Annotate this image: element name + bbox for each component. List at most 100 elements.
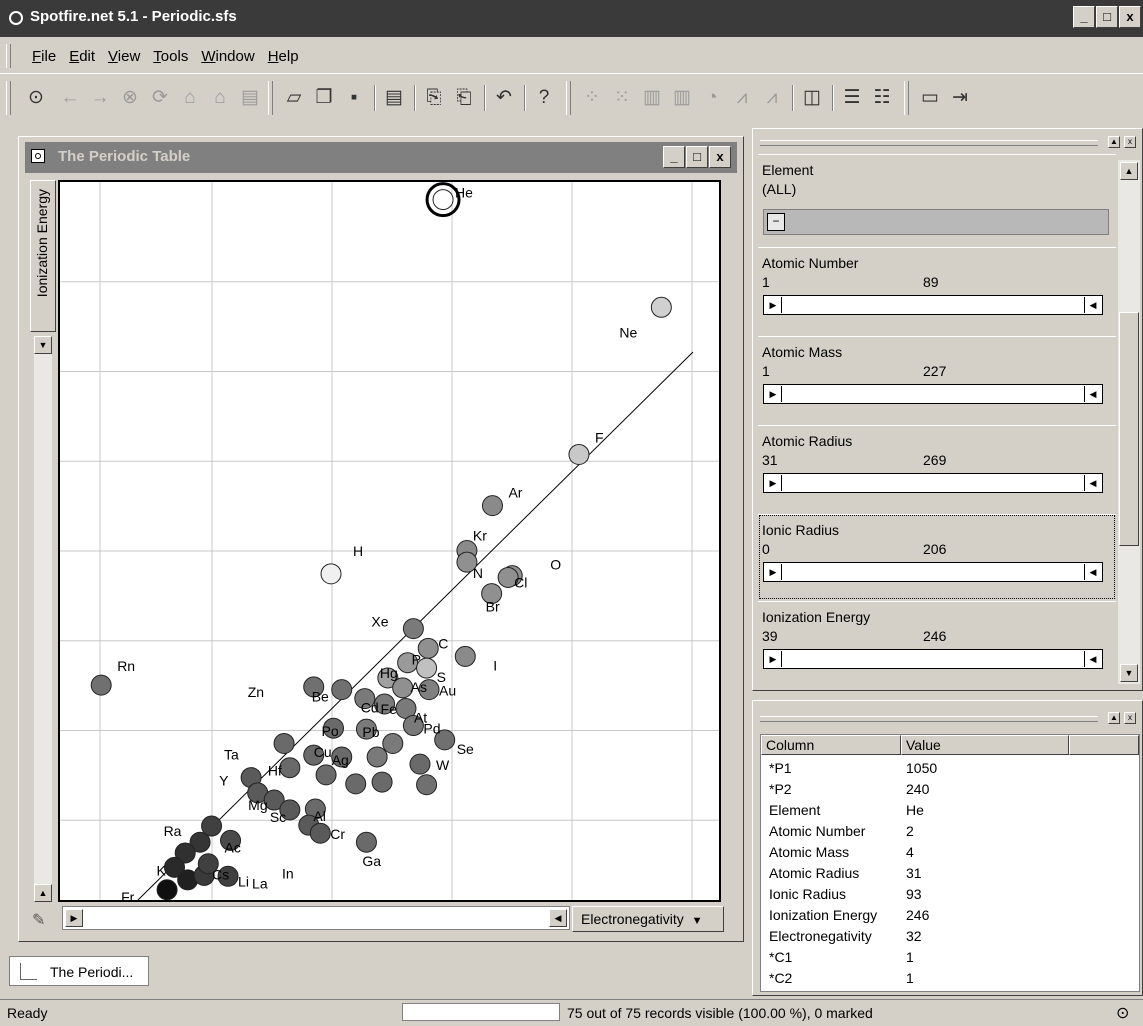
paperclip-icon[interactable]: ✎ [32,910,45,930]
menu-view[interactable]: View [108,48,140,65]
reset-icon[interactable]: ↶ [492,86,516,110]
menu-tools[interactable]: Tools [153,48,188,65]
y-axis-selector[interactable]: Ionization Energy [30,180,56,332]
filter-pane-minimize-button[interactable]: ▲ [1108,136,1120,148]
range-slider[interactable]: ▶ ◀ [763,562,1103,582]
scroll-right-icon[interactable]: ▶ [65,909,83,927]
maximize-button[interactable]: □ [1096,6,1118,28]
details-pane-minimize-button[interactable]: ▲ [1108,712,1120,724]
toolbar-grip[interactable] [6,81,11,115]
bar2-icon[interactable]: ▥ [670,86,694,110]
value-header[interactable]: Value [901,735,1069,755]
scroll-down-icon[interactable]: ▼ [34,336,52,354]
filter-scrollbar[interactable]: ▲ ▼ [1118,160,1140,684]
line-icon[interactable]: ⩘ [730,86,754,110]
slider-right-handle[interactable]: ◀ [1084,475,1101,491]
data-point-ne[interactable] [650,296,672,318]
y-axis-scrollbar[interactable]: ▼ ▲ [34,336,52,902]
home-icon[interactable]: ⌂ [178,86,202,110]
properties-icon[interactable]: ☰ [840,86,864,110]
help-icon[interactable]: ? [532,86,556,110]
filter-pane-grip[interactable] [760,140,1098,146]
viz-maximize-button[interactable]: □ [686,146,708,168]
copy-icon[interactable]: ❐ [312,86,336,110]
paste-icon[interactable]: ⎗ [452,86,476,110]
slider-left-handle[interactable]: ▶ [765,297,782,313]
data-point-cr[interactable] [309,822,331,844]
data-point-fr[interactable] [156,879,178,900]
data-point-xe[interactable] [402,618,424,640]
range-slider[interactable]: ▶ ◀ [763,649,1103,669]
viz-minimize-button[interactable]: _ [663,146,685,168]
stop-icon[interactable]: ⊗ [118,86,142,110]
forward-icon[interactable]: → [88,86,112,110]
scroll-up-icon[interactable]: ▲ [1120,162,1138,180]
slider-right-handle[interactable]: ◀ [1084,386,1101,402]
scroll-left-icon[interactable]: ◀ [549,909,567,927]
slider-right-handle[interactable]: ◀ [1084,651,1101,667]
close-button[interactable]: x [1119,6,1141,28]
scroll-down-icon[interactable]: ▼ [1120,664,1138,682]
toolbar-grip-2[interactable] [268,81,273,115]
print2-icon[interactable]: ▤ [382,86,406,110]
slider-right-handle[interactable]: ◀ [1084,564,1101,580]
viz-close-button[interactable]: x [709,146,731,168]
data-point-w[interactable] [409,753,431,775]
menu-help[interactable]: Help [268,48,299,65]
bar-icon[interactable]: ▥ [640,86,664,110]
x-axis-selector[interactable]: Electronegativity ▼ [572,906,724,932]
data-point-he[interactable] [432,189,454,211]
open-icon[interactable]: ▱ [282,86,306,110]
window-icon[interactable]: ▭ [918,86,942,110]
pie-icon[interactable]: ◔ [700,86,724,110]
refresh-icon[interactable]: ⟳ [148,86,172,110]
toolbar-grip-4[interactable] [904,81,909,115]
scroll-thumb[interactable] [1119,312,1139,546]
slider-left-handle[interactable]: ▶ [765,475,782,491]
slider-left-handle[interactable]: ▶ [765,564,782,580]
range-slider[interactable]: ▶ ◀ [763,473,1103,493]
data-point-i[interactable] [454,645,476,667]
data-point-h[interactable] [320,563,342,585]
scroll-up-icon[interactable]: ▲ [34,884,52,902]
x-axis-scrollbar[interactable]: ▶ ◀ [62,906,570,930]
details-pane-close-button[interactable]: x [1124,712,1136,724]
element-list-box[interactable]: − [763,209,1109,235]
back-icon[interactable]: ← [58,86,82,110]
slider-left-handle[interactable]: ▶ [765,386,782,402]
data-point-ta[interactable] [273,732,295,754]
details-pane-grip[interactable] [760,716,1098,722]
data-point-bi[interactable] [366,746,388,768]
menu-edit[interactable]: Edit [69,48,95,65]
data-point-mo[interactable] [416,774,438,796]
copy2-icon[interactable]: ⎘ [422,86,446,110]
data-point-f[interactable] [568,443,590,465]
toolbar-grip-3[interactable] [566,81,571,115]
range-slider[interactable]: ▶ ◀ [763,295,1103,315]
data-point-hf[interactable] [279,757,301,779]
menu-window[interactable]: Window [201,48,254,65]
data-point-c[interactable] [417,637,439,659]
menu-file[interactable]: File [32,48,56,65]
scatter-plot[interactable]: He Ne F Ar Kr O H N Cl Br Xe C I Rn Hg P S As Au Zn Be Cd Fe At… [58,180,721,902]
data-point-be[interactable] [331,679,353,701]
table-icon[interactable]: ◫ [800,86,824,110]
home2-icon[interactable]: ⌂ [208,86,232,110]
tab-periodic[interactable]: The Periodi... [9,956,149,986]
slider-right-handle[interactable]: ◀ [1084,297,1101,313]
range-slider[interactable]: ▶ ◀ [763,384,1103,404]
data-point-ge[interactable] [371,771,393,793]
plot-svg[interactable]: HeNeFArKrOHNClBrXeCIRn HgPSAs AuZn BeCd FeAt… [60,182,719,900]
scatter3d-icon[interactable]: ⁙ [610,86,634,110]
data-point-ga[interactable] [355,831,377,853]
profile-icon[interactable]: ⩘ [760,86,784,110]
data-point-rn[interactable] [90,674,112,696]
data-point-b[interactable] [382,732,404,754]
export-icon[interactable]: ⇥ [948,86,972,110]
collapse-icon[interactable]: − [767,213,785,231]
list-icon[interactable]: ☷ [870,86,894,110]
scatter-icon[interactable]: ⁘ [580,86,604,110]
data-point-co[interactable] [345,773,367,795]
save-icon[interactable]: ▪ [342,86,366,110]
column-header[interactable]: Column [761,735,901,755]
